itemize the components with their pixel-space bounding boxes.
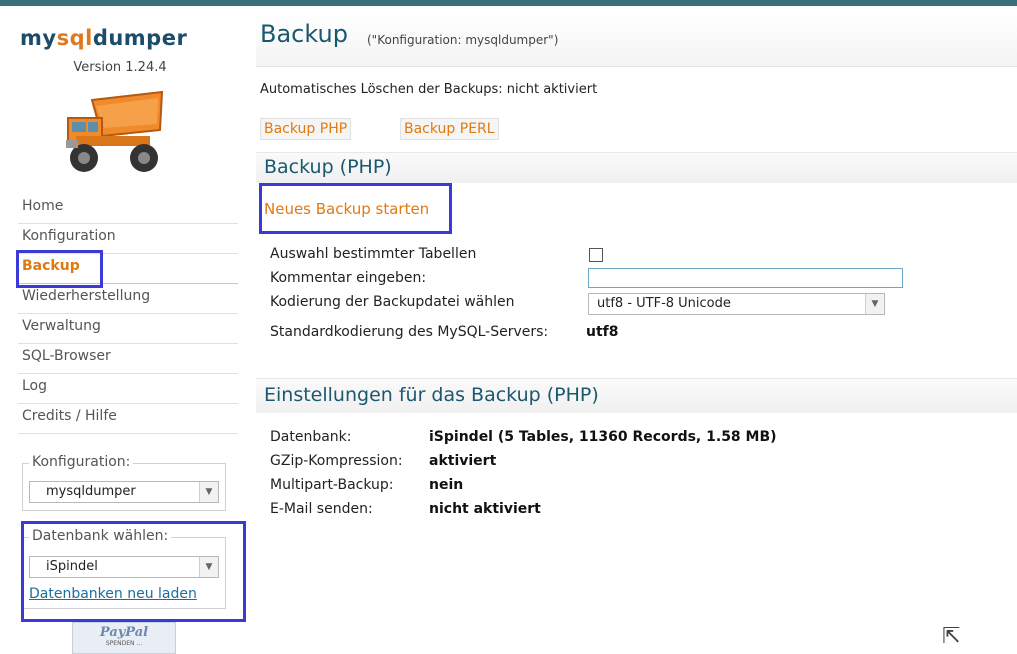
nav-item-home[interactable]: Home: [18, 194, 238, 224]
page-subtitle: ("Konfiguration: mysqldumper"): [367, 33, 559, 47]
settings-label-database: Datenbank:: [270, 429, 352, 445]
chevron-down-icon: ▼: [199, 482, 218, 502]
settings-value-gzip: aktiviert: [429, 453, 497, 469]
nav-item-sql-browser[interactable]: SQL-Browser: [18, 344, 238, 374]
comment-input[interactable]: [588, 268, 903, 288]
chevron-down-icon: ▼: [865, 294, 884, 314]
backup-perl-button[interactable]: Backup PERL: [400, 118, 499, 140]
settings-label-gzip: GZip-Kompression:: [270, 453, 403, 469]
config-select[interactable]: mysqldumper ▼: [29, 481, 219, 503]
nav-item-log[interactable]: Log: [18, 374, 238, 404]
comment-label: Kommentar eingeben:: [270, 270, 427, 286]
version-label: Version 1.24.4: [73, 60, 167, 75]
section-title-backup-php: Backup (PHP): [264, 156, 392, 178]
section-title-settings: Einstellungen für das Backup (PHP): [264, 384, 599, 406]
settings-label-multipart: Multipart-Backup:: [270, 477, 394, 493]
mouse-cursor-icon: ⇱: [942, 624, 961, 649]
highlight-box-backup-nav: [16, 250, 103, 288]
nav-item-wiederherstellung[interactable]: Wiederherstellung: [18, 284, 238, 314]
auto-delete-status: Automatisches Löschen der Backups: nicht…: [260, 82, 598, 97]
settings-value-email: nicht aktiviert: [429, 501, 541, 517]
page-title: Backup: [260, 20, 348, 48]
config-legend: Konfiguration:: [29, 454, 134, 470]
select-tables-checkbox[interactable]: [589, 248, 603, 262]
select-tables-label: Auswahl bestimmter Tabellen: [270, 246, 477, 262]
encoding-select[interactable]: utf8 - UTF-8 Unicode ▼: [588, 293, 885, 315]
config-fieldset: Konfiguration: mysqldumper ▼: [22, 454, 226, 511]
server-encoding-label: Standardkodierung des MySQL-Servers:: [270, 324, 549, 340]
highlight-box-database-select: [21, 521, 246, 622]
logo[interactable]: mysqldumper: [20, 26, 187, 50]
highlight-box-start-backup: [259, 183, 452, 234]
settings-label-email: E-Mail senden:: [270, 501, 373, 517]
dump-truck-icon: [66, 90, 164, 172]
encoding-label: Kodierung der Backupdatei wählen: [270, 294, 515, 310]
main-content: Backup ("Konfiguration: mysqldumper") Au…: [240, 6, 1017, 654]
nav-item-verwaltung[interactable]: Verwaltung: [18, 314, 238, 344]
server-encoding-value: utf8: [586, 324, 619, 340]
main-nav: Home Konfiguration Backup Wiederherstell…: [18, 194, 238, 434]
settings-value-multipart: nein: [429, 477, 464, 493]
backup-php-button[interactable]: Backup PHP: [260, 118, 352, 140]
paypal-donate-button[interactable]: PayPal SPENDEN ...: [72, 622, 176, 654]
nav-item-credits[interactable]: Credits / Hilfe: [18, 404, 238, 434]
settings-value-database: iSpindel (5 Tables, 11360 Records, 1.58 …: [429, 429, 777, 445]
